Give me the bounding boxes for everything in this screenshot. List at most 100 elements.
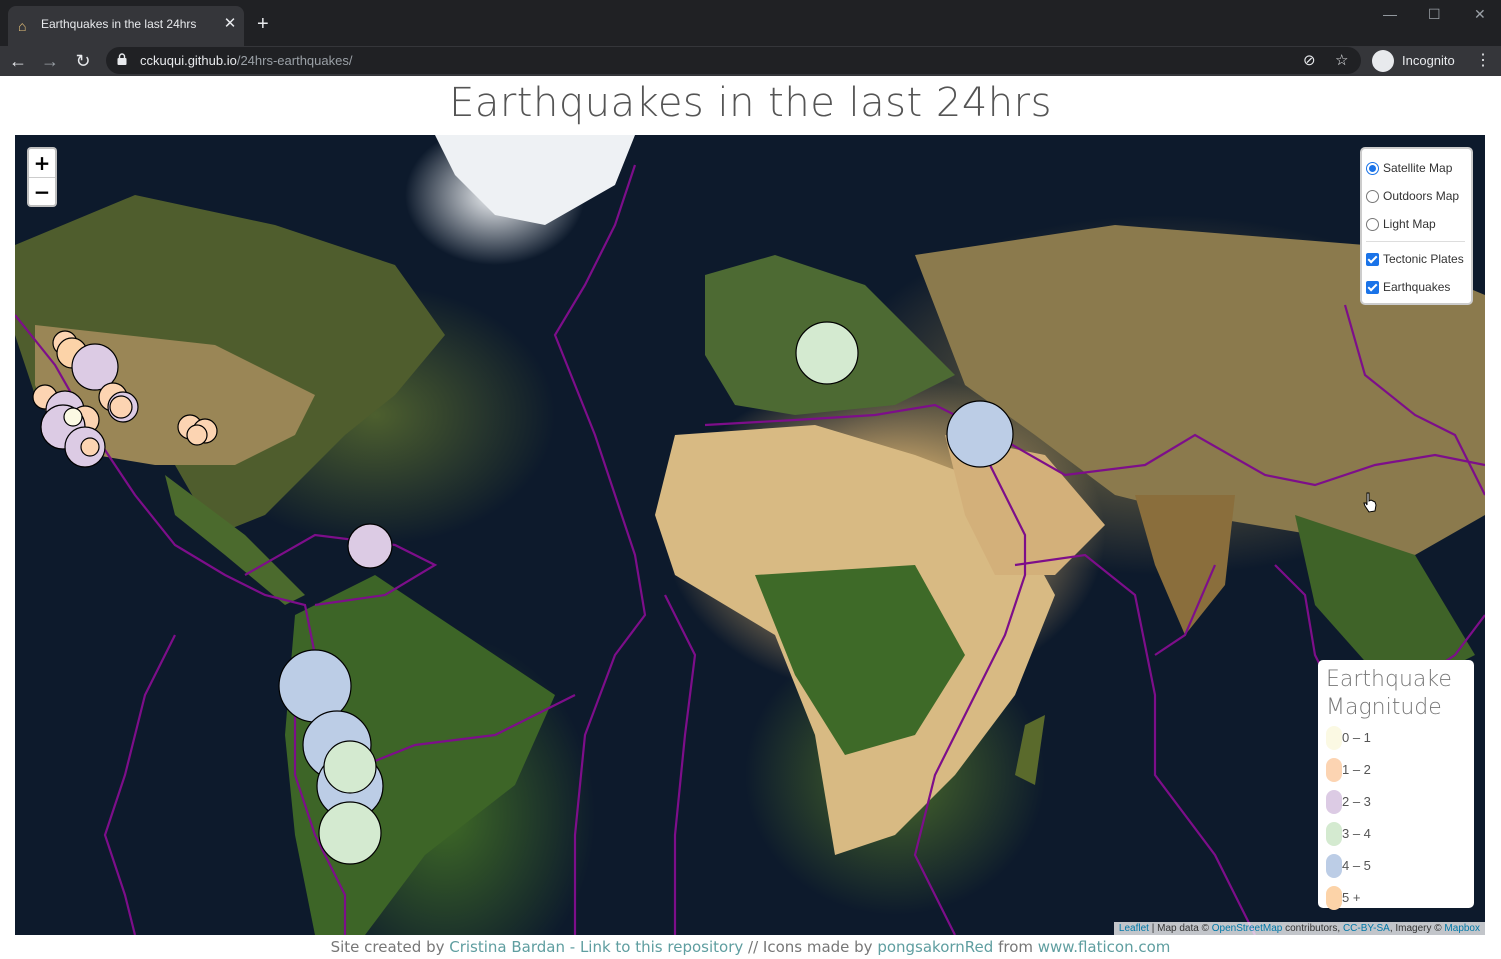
earthquake-marker[interactable] [347, 523, 393, 569]
map-layer[interactable] [15, 135, 1485, 935]
layer-separator [1366, 241, 1465, 242]
overlay-option-earthquakes[interactable]: Earthquakes [1366, 273, 1471, 301]
magnitude-legend: Earthquake Magnitude 0 – 1 1 – 2 2 – 3 3 – … [1318, 660, 1474, 910]
legend-swatch [1326, 790, 1342, 814]
earthquake-marker[interactable] [80, 437, 100, 457]
plate-boundary-line [103, 634, 176, 935]
legend-item: 4 – 5 [1326, 850, 1466, 882]
legend-item: 1 – 2 [1326, 754, 1466, 786]
footer-text: Site created by [330, 938, 450, 956]
minimize-window-icon[interactable]: — [1383, 6, 1397, 22]
overlay-label: Earthquakes [1383, 280, 1451, 294]
legend-swatch [1326, 726, 1342, 750]
plate-boundary-line [553, 164, 647, 935]
legend-label: 3 – 4 [1342, 826, 1371, 841]
earthquake-marker[interactable] [186, 424, 208, 446]
layer-label: Light Map [1383, 217, 1436, 231]
legend-items: 0 – 1 1 – 2 2 – 3 3 – 4 4 – 5 5 + [1326, 722, 1466, 914]
leaflet-link[interactable]: Leaflet [1119, 923, 1149, 934]
zoom-control: + − [27, 147, 57, 207]
mapbox-link[interactable]: Mapbox [1444, 923, 1480, 934]
legend-title: Earthquake Magnitude [1326, 666, 1466, 722]
flaticon-link[interactable]: www.flaticon.com [1038, 938, 1171, 956]
legend-title-line: Earthquake [1326, 667, 1452, 692]
reload-icon[interactable]: ↻ [72, 51, 94, 71]
forward-arrow-icon[interactable]: → [39, 51, 61, 71]
legend-swatch [1326, 854, 1342, 878]
page-title: Earthquakes in the last 24hrs [449, 80, 1052, 126]
license-link[interactable]: CC-BY-SA [1343, 923, 1390, 934]
earthquake-marker[interactable] [318, 801, 382, 865]
footer-text: - [564, 938, 580, 956]
earthquakes-checkbox[interactable] [1366, 280, 1379, 294]
incognito-label: Incognito [1402, 53, 1455, 68]
layer-label: Satellite Map [1383, 161, 1453, 175]
new-tab-icon[interactable]: + [257, 14, 269, 34]
layer-label: Outdoors Map [1383, 189, 1460, 203]
author-link[interactable]: Cristina Bardan [449, 938, 565, 956]
layer-control: Satellite Map Outdoors Map Light Map Tec… [1360, 147, 1473, 305]
plate-boundary-line [1014, 553, 1256, 935]
satellite-radio[interactable] [1366, 161, 1379, 175]
layer-option-satellite[interactable]: Satellite Map [1366, 154, 1471, 182]
earthquake-marker[interactable] [946, 400, 1014, 468]
earthquake-marker[interactable] [109, 395, 133, 419]
plate-boundary-line [664, 594, 697, 935]
zoom-in-button[interactable]: + [29, 149, 55, 177]
earthquake-marker[interactable] [795, 321, 859, 385]
legend-label: 4 – 5 [1342, 858, 1371, 873]
greenland-land [435, 135, 635, 225]
zoom-out-button[interactable]: − [29, 177, 55, 205]
maximize-window-icon[interactable]: ☐ [1428, 6, 1441, 23]
legend-swatch [1326, 758, 1342, 782]
close-tab-icon[interactable]: ✕ [222, 16, 238, 32]
legend-swatch [1326, 822, 1342, 846]
url-text: cckuqui.github.io/24hrs-earthquakes/ [140, 53, 353, 68]
legend-label: 5 + [1342, 890, 1361, 905]
overlay-label: Tectonic Plates [1383, 252, 1464, 266]
legend-label: 2 – 3 [1342, 794, 1371, 809]
tectonic-plates-checkbox[interactable] [1366, 252, 1379, 266]
outdoors-radio[interactable] [1366, 189, 1379, 203]
earthquake-favicon-icon: ⌂ [18, 18, 27, 34]
repository-link[interactable]: Link to this repository [580, 938, 743, 956]
browser-tab-strip: ⌂ Earthquakes in the last 24hrs ✕ + — ☐ … [0, 0, 1501, 46]
madagascar-land [1015, 715, 1045, 785]
browser-toolbar: ← → ↻ cckuqui.github.io/24hrs-earthquake… [0, 46, 1501, 76]
hand-cursor-icon [1363, 492, 1377, 513]
legend-label: 0 – 1 [1342, 730, 1371, 745]
legend-item: 5 + [1326, 882, 1466, 914]
india-land [1135, 495, 1235, 635]
address-bar[interactable]: cckuqui.github.io/24hrs-earthquakes/ ⊘ ☆ [106, 47, 1361, 74]
legend-item: 3 – 4 [1326, 818, 1466, 850]
browser-menu-icon[interactable]: ⋮ [1475, 50, 1491, 70]
earthquake-map[interactable]: + − Satellite Map Outdoors Map Light Map… [15, 135, 1485, 935]
back-arrow-icon[interactable]: ← [7, 51, 29, 71]
legend-item: 0 – 1 [1326, 722, 1466, 754]
legend-item: 2 – 3 [1326, 786, 1466, 818]
earthquake-marker[interactable] [63, 407, 83, 427]
landmass-layer [15, 135, 1485, 935]
layer-option-light[interactable]: Light Map [1366, 210, 1471, 238]
attribution-text: , Imagery © [1389, 923, 1445, 934]
close-window-icon[interactable]: ✕ [1474, 6, 1486, 23]
tracking-blocked-eye-icon[interactable]: ⊘ [1303, 51, 1316, 69]
layer-option-outdoors[interactable]: Outdoors Map [1366, 182, 1471, 210]
map-attribution: Leaflet | Map data © OpenStreetMap contr… [1113, 922, 1485, 935]
icon-author-link[interactable]: pongsakornRed [877, 938, 993, 956]
browser-tab[interactable]: ⌂ Earthquakes in the last 24hrs ✕ [8, 6, 244, 46]
footer-text: // Icons made by [743, 938, 878, 956]
page-footer: Site created by Cristina Bardan - Link t… [0, 938, 1501, 956]
lock-icon [117, 53, 127, 65]
legend-title-line: Magnitude [1326, 695, 1442, 720]
legend-swatch [1326, 886, 1342, 910]
attribution-text: contributors, [1282, 923, 1343, 934]
tab-title: Earthquakes in the last 24hrs [41, 17, 197, 31]
bookmark-star-icon[interactable]: ☆ [1335, 51, 1348, 69]
overlay-option-tectonic-plates[interactable]: Tectonic Plates [1366, 245, 1471, 273]
attribution-text: | Map data © [1148, 923, 1212, 934]
light-radio[interactable] [1366, 217, 1379, 231]
earthquake-marker[interactable] [323, 740, 377, 794]
footer-text: from [993, 938, 1038, 956]
osm-link[interactable]: OpenStreetMap [1212, 923, 1283, 934]
